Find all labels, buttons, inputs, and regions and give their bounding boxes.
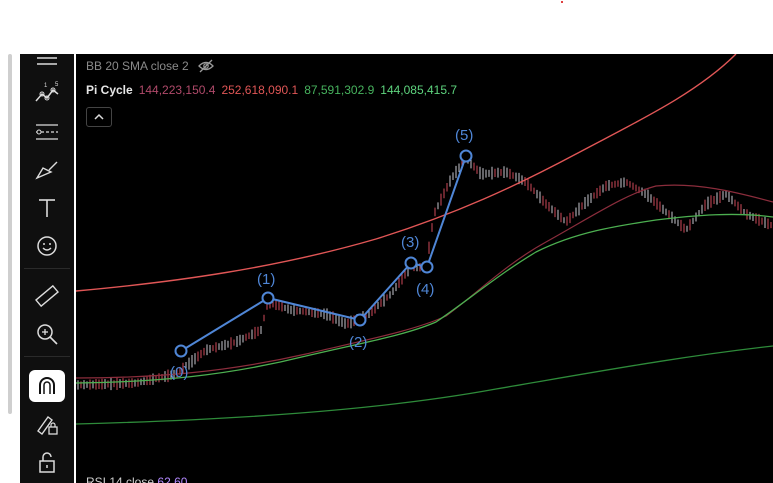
toolbar-divider	[24, 356, 70, 357]
legend-collapse-button[interactable]	[86, 107, 112, 127]
elliott-wave-tool[interactable]: 15	[29, 78, 65, 110]
emoji-tool[interactable]	[29, 230, 65, 262]
fib-retracement-tool-icon	[36, 124, 58, 140]
unlock-icon	[39, 452, 55, 473]
top-blank-area	[0, 0, 773, 54]
eye-off-icon[interactable]	[197, 59, 215, 73]
cursor-dot	[561, 1, 563, 3]
rsi-value: 62.60	[157, 475, 188, 483]
pi-cycle-value-1: 144,223,150.4	[138, 83, 216, 97]
wave-label-4: (4)	[416, 281, 434, 298]
emoji-tool-icon	[37, 236, 57, 256]
bb-indicator-legend[interactable]: BB 20 SMA close 2	[86, 59, 215, 73]
price-chart[interactable]: (0) (1) (2) (3) (4) (5) BB 20 SMA close …	[76, 54, 773, 483]
chart-canvas[interactable]: (0) (1) (2) (3) (4) (5)	[76, 54, 773, 483]
ruler-icon	[35, 284, 59, 308]
chevron-up-icon	[94, 113, 104, 120]
wave-point-4[interactable]	[420, 260, 434, 274]
wave-point-2[interactable]	[353, 313, 367, 327]
fib-retracement-tool[interactable]	[29, 116, 65, 148]
wave-label-2: (2)	[349, 334, 367, 351]
drawing-toolbar: 15	[20, 54, 74, 483]
wave-point-5[interactable]	[459, 149, 473, 163]
wave-point-0[interactable]	[174, 344, 188, 358]
brush-tool-icon	[35, 161, 58, 180]
svg-text:1: 1	[44, 83, 48, 89]
text-tool-icon	[39, 199, 55, 217]
lock-drawing-tool[interactable]	[29, 408, 65, 440]
lock-drawing-icon	[37, 416, 58, 435]
pi-cycle-legend[interactable]: Pi Cycle 144,223,150.4 252,618,090.1 87,…	[86, 83, 457, 97]
trend-line-tool-icon	[37, 57, 57, 65]
pi-cycle-350-sma-line	[76, 213, 773, 384]
wave-point-1[interactable]	[261, 291, 275, 305]
wave-label-3: (3)	[401, 234, 419, 251]
brush-tool[interactable]	[29, 154, 65, 186]
zoom-in-tool[interactable]	[29, 318, 65, 350]
toolbar-divider	[24, 268, 70, 269]
trend-line-tool[interactable]	[29, 46, 65, 78]
wave-label-1: (1)	[257, 271, 275, 288]
magnet-icon	[39, 377, 55, 394]
unlock-tool[interactable]	[29, 446, 65, 478]
wave-point-3[interactable]	[404, 256, 418, 270]
elliott-wave-tool-icon: 15	[35, 82, 59, 102]
zoom-in-icon	[37, 324, 58, 345]
rsi-legend[interactable]: RSI 14 close 62.60	[86, 475, 187, 483]
pi-cycle-value-4: 144,085,415.7	[380, 83, 458, 97]
wave-label-0: (0)	[170, 364, 188, 381]
left-scrollbar[interactable]	[8, 54, 12, 414]
pi-cycle-long-sma-line	[76, 345, 773, 425]
wave-label-5: (5)	[455, 127, 473, 144]
ruler-tool[interactable]	[29, 280, 65, 312]
rsi-label: RSI 14 close	[86, 475, 155, 483]
pi-cycle-value-2: 252,618,090.1	[221, 83, 299, 97]
text-tool[interactable]	[29, 192, 65, 224]
pi-cycle-value-3: 87,591,302.9	[304, 83, 375, 97]
svg-text:5: 5	[55, 82, 59, 88]
magnet-tool[interactable]	[29, 370, 65, 402]
bb-indicator-label: BB 20 SMA close 2	[86, 59, 189, 73]
pi-cycle-name: Pi Cycle	[86, 83, 133, 97]
